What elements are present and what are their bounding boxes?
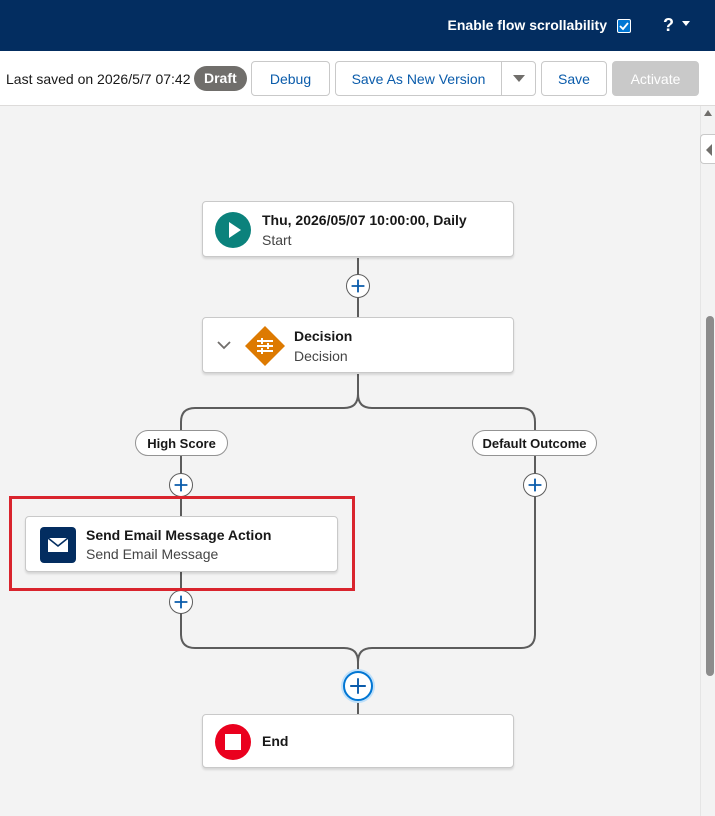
plus-icon	[351, 279, 365, 293]
last-saved-text: Last saved on 2026/5/7 07:42	[6, 71, 191, 87]
flow-toolbar: Last saved on 2026/5/7 07:42 Draft Debug…	[0, 51, 715, 106]
add-element-button[interactable]	[346, 274, 370, 298]
add-element-button-selected[interactable]	[343, 671, 373, 701]
decision-node-subtitle: Decision	[294, 348, 348, 364]
decision-node-title: Decision	[294, 328, 353, 344]
scroll-up-icon[interactable]	[704, 110, 712, 116]
chevron-down-icon	[512, 75, 525, 82]
end-node-title: End	[262, 733, 289, 749]
start-node[interactable]: Thu, 2026/05/07 10:00:00, Daily Start	[202, 201, 514, 257]
add-element-button[interactable]	[169, 590, 193, 614]
outcome-label-high-score[interactable]: High Score	[135, 430, 228, 456]
decision-icon	[245, 326, 285, 366]
chevron-left-icon	[706, 144, 712, 156]
plus-icon	[350, 678, 366, 694]
add-element-button[interactable]	[523, 473, 547, 497]
end-node[interactable]: End	[202, 714, 514, 768]
top-header-bar: Enable flow scrollability ?	[0, 0, 715, 51]
chevron-down-icon[interactable]	[217, 340, 231, 350]
scrollability-checkbox[interactable]	[617, 19, 631, 33]
plus-icon	[174, 595, 188, 609]
stop-icon	[215, 724, 251, 760]
start-node-subtitle: Start	[262, 232, 292, 248]
save-options-dropdown-button[interactable]	[501, 61, 536, 96]
save-as-new-version-button[interactable]: Save As New Version	[335, 61, 502, 96]
debug-button[interactable]: Debug	[251, 61, 330, 96]
plus-icon	[528, 478, 542, 492]
chevron-down-icon[interactable]	[682, 21, 690, 26]
toggle-panel-button[interactable]	[700, 134, 715, 164]
play-icon	[215, 212, 251, 248]
highlight-box	[9, 496, 355, 591]
activate-button[interactable]: Activate	[612, 61, 699, 96]
decision-node[interactable]: Decision Decision	[202, 317, 514, 373]
flow-canvas[interactable]: Thu, 2026/05/07 10:00:00, Daily Start De…	[0, 106, 700, 816]
checkmark-icon	[619, 22, 629, 31]
save-button[interactable]: Save	[541, 61, 607, 96]
outcome-label-default[interactable]: Default Outcome	[472, 430, 597, 456]
help-icon[interactable]: ?	[663, 15, 674, 36]
plus-icon	[174, 478, 188, 492]
add-element-button[interactable]	[169, 473, 193, 497]
scrollability-label: Enable flow scrollability	[447, 17, 607, 33]
status-badge: Draft	[194, 66, 247, 91]
scrollbar-thumb[interactable]	[706, 316, 714, 676]
vertical-scrollbar[interactable]	[700, 106, 715, 816]
start-node-title: Thu, 2026/05/07 10:00:00, Daily	[262, 212, 467, 228]
